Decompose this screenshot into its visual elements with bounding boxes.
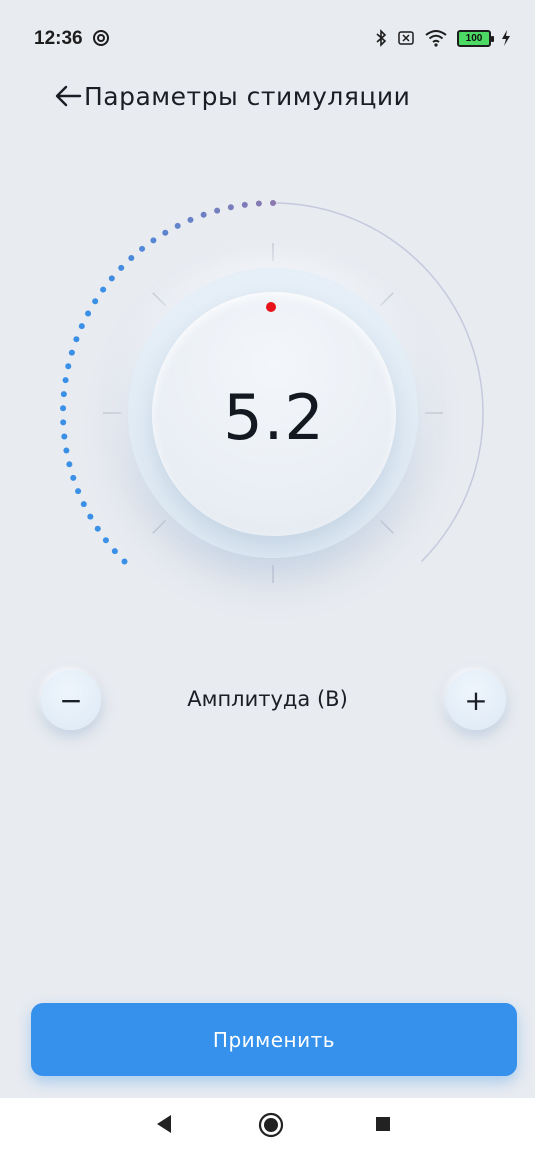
progress-dot [78,323,85,330]
dial-tick [379,519,394,534]
apply-button-label: Применить [212,1027,336,1052]
progress-dot [60,405,67,412]
sim-icon [398,31,414,45]
dial-tick [152,292,167,307]
progress-dot [75,488,82,495]
charging-icon [502,30,510,46]
progress-dot [270,200,276,206]
progress-dot [214,207,221,214]
progress-dot [60,419,67,426]
arrow-left-icon[interactable] [54,82,82,110]
progress-dot [94,525,101,532]
progress-dot [92,298,99,305]
status-icons: 100 [375,27,511,49]
progress-dot [139,245,146,252]
progress-dot [80,501,87,508]
progress-dot [61,433,68,440]
progress-dot [68,349,75,356]
progress-dot [111,548,118,555]
status-bar: 12:36 100 [0,0,535,80]
apply-button[interactable]: Применить [31,1003,517,1076]
wifi-icon [425,30,447,47]
progress-dot [100,286,107,293]
progress-dot [255,200,262,207]
battery-icon: 100 [457,29,494,47]
progress-dot [162,229,169,236]
progress-dot [102,537,109,544]
progress-dot [187,216,194,223]
progress-dot [63,447,70,454]
progress-dot [66,461,73,468]
amplitude-controls: − Амплитуда (В) + [0,668,535,732]
recent-square-icon[interactable] [372,1112,394,1136]
progress-dot [128,254,135,261]
progress-dot [150,237,157,244]
progress-dot [62,377,69,384]
progress-dot [70,474,77,481]
indicator-dot [266,302,276,312]
progress-dot [108,275,115,282]
progress-dot [227,204,234,211]
progress-dot [65,363,72,370]
dial-tick [379,292,394,307]
progress-dot [121,558,128,565]
progress-dot [118,264,125,271]
progress-dot [200,211,207,218]
progress-dot [174,222,181,229]
status-time: 12:36 [34,28,83,49]
bluetooth-icon [376,29,387,47]
sync-icon [93,30,109,46]
home-circle-icon[interactable] [258,1112,284,1138]
page-title: Параметры стимуляции [84,81,411,111]
progress-dot [85,310,92,317]
dial-tick [152,519,167,534]
progress-dot [241,201,248,208]
battery-level: 100 [465,32,483,44]
progress-dot [87,513,94,520]
amplitude-dial[interactable]: 5.2 [0,150,535,670]
progress-dot [60,391,67,398]
back-triangle-icon[interactable] [153,1112,175,1136]
progress-dot [73,336,80,343]
system-nav-bar [0,1098,535,1153]
header: Параметры стимуляции [54,78,410,114]
dial-value: 5.2 [223,380,325,454]
knob[interactable]: 5.2 [152,292,396,536]
increase-button[interactable]: + [446,670,506,730]
